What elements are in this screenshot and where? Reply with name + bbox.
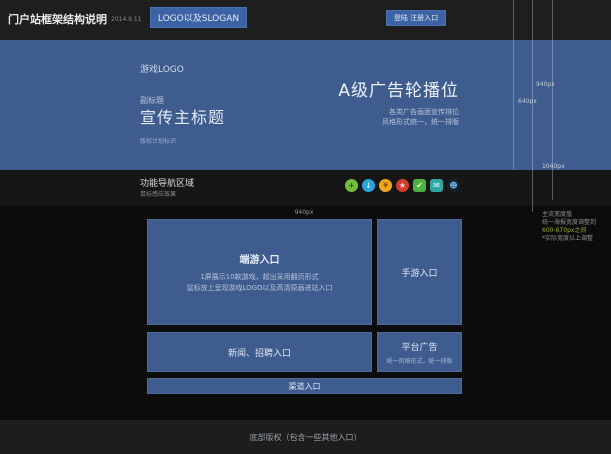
- login-register-button[interactable]: 登陆 注册入口: [386, 10, 446, 26]
- mobile-game-title: 手游入口: [401, 268, 438, 279]
- logo-slogan-label: LOGO以及SLOGAN: [157, 14, 240, 24]
- platform-ad-title: 平台广告: [401, 342, 438, 353]
- hero-banner: 游戏LOGO 副标题 宣传主标题 版权计划标识 A级广告轮播位 各类广告画面宣传…: [0, 40, 611, 170]
- nav-area-subtitle: 鼠标感应效果: [140, 191, 177, 198]
- ad-carousel-area[interactable]: A级广告轮播位 各类广告画面宣传排位 风格形式统一，统一排版: [338, 76, 459, 127]
- page-title: 门户站框架结构说明 2014.9.11: [8, 11, 142, 27]
- page-date: 2014.9.11: [111, 16, 142, 23]
- coin-icon[interactable]: ¥: [379, 179, 392, 192]
- ad-carousel-desc-1: 各类广告画面宣传排位: [389, 108, 459, 116]
- logo-slogan-button[interactable]: LOGO以及SLOGAN: [150, 7, 247, 28]
- main-content: 940px 端游入口 1屏展示10款游戏，超出采用翻页形式 鼠标放上呈现游戏LO…: [0, 205, 611, 420]
- annotation-line-1: 主流宽度值: [542, 211, 573, 218]
- function-nav-bar: 功能导航区域 鼠标感应效果 + ↓ ¥ ★ ✔ ✉ ☻: [0, 170, 611, 205]
- guide-line-2: [532, 0, 533, 212]
- login-register-label: 登陆 注册入口: [393, 14, 439, 22]
- client-game-title: 端游入口: [239, 254, 280, 266]
- guide-label-640: 640px: [518, 98, 537, 105]
- ad-carousel-desc-2: 风格形式统一，统一排版: [382, 118, 459, 126]
- shield-icon[interactable]: ✔: [413, 179, 426, 192]
- client-game-desc-2: 鼠标放上呈现游戏LOGO以及高清原画进站入口: [186, 283, 333, 292]
- banner-note: 版权计划标识: [140, 138, 177, 145]
- client-game-desc-1: 1屏展示10款游戏，超出采用翻页形式: [200, 272, 319, 281]
- annotation-line-4: *实际宽度以上调整: [542, 235, 594, 242]
- channel-entrance-label: 渠道入口: [288, 381, 321, 391]
- guide-label-940: 940px: [536, 81, 555, 88]
- news-recruit-title: 新闻、招聘入口: [227, 348, 291, 359]
- page-title-text: 门户站框架结构说明: [8, 13, 107, 26]
- nav-icon-row: + ↓ ¥ ★ ✔ ✉ ☻: [345, 179, 460, 192]
- guide-line-3: [552, 0, 553, 200]
- copyright-text: 底部版权（包含一些其他入口）: [249, 433, 362, 442]
- mobile-game-entrance[interactable]: 手游入口: [377, 219, 462, 325]
- star-icon[interactable]: ★: [396, 179, 409, 192]
- guide-label-1040: 1040px: [542, 163, 565, 170]
- header: 门户站框架结构说明 2014.9.11 LOGO以及SLOGAN 登陆 注册入口: [0, 0, 611, 40]
- content-width-label: 940px: [294, 209, 314, 216]
- side-annotation: 主流宽度值 统一海报宽度调整到 600-670px之间 *实际宽度以上调整: [542, 211, 608, 243]
- nav-area-title: 功能导航区域: [140, 179, 195, 189]
- download-icon[interactable]: ↓: [362, 179, 375, 192]
- banner-main-title: 宣传主标题: [140, 108, 226, 127]
- annotation-line-3: 600-670px之间: [542, 227, 587, 234]
- game-logo-placeholder: 游戏LOGO: [140, 65, 184, 75]
- platform-ad-subtitle: 统一风格形式，统一排版: [386, 357, 453, 365]
- annotation-line-2: 统一海报宽度调整到: [542, 219, 597, 226]
- footer: 底部版权（包含一些其他入口）: [0, 420, 611, 454]
- client-game-entrance[interactable]: 端游入口 1屏展示10款游戏，超出采用翻页形式 鼠标放上呈现游戏LOGO以及高清…: [147, 219, 372, 325]
- ad-carousel-title: A级广告轮播位: [338, 81, 459, 101]
- channel-entrance-bar[interactable]: 渠道入口: [147, 378, 462, 394]
- guide-line-1: [513, 0, 514, 170]
- plus-icon[interactable]: +: [345, 179, 358, 192]
- wireframe-page: 门户站框架结构说明 2014.9.11 LOGO以及SLOGAN 登陆 注册入口 …: [0, 0, 611, 454]
- chat-icon[interactable]: ✉: [430, 179, 443, 192]
- user-icon[interactable]: ☻: [447, 179, 460, 192]
- news-recruit-entrance[interactable]: 新闻、招聘入口: [147, 332, 372, 372]
- platform-ad-box[interactable]: 平台广告 统一风格形式，统一排版: [377, 332, 462, 372]
